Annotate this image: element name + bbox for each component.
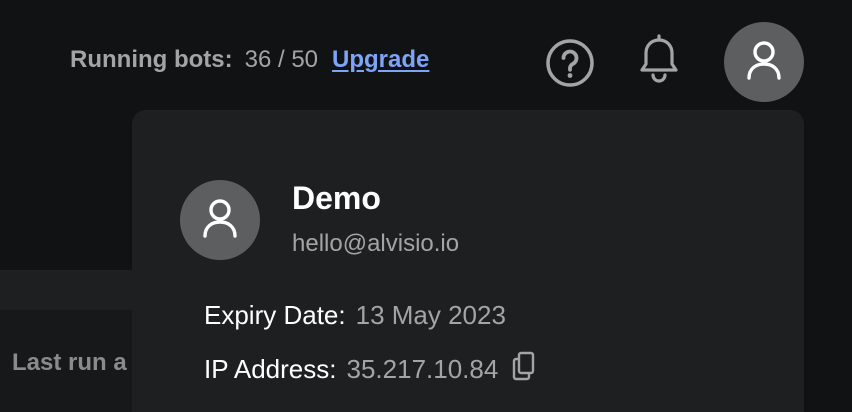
help-icon (545, 38, 595, 93)
page: Last run a Running bots: 36 / 50 Upgrade (0, 0, 852, 412)
expiry-date-value: 13 May 2023 (355, 300, 506, 330)
user-icon (746, 40, 782, 85)
running-bots-label: Running bots: (70, 46, 233, 73)
ip-address-value: 35.217.10.84 (346, 354, 499, 384)
running-bots-count: 36 / 50 (244, 46, 319, 73)
running-bots-indicator: Running bots: 36 / 50 Upgrade (70, 46, 429, 74)
profile-email: hello@alvisio.io (292, 230, 460, 257)
expiry-date-label: Expiry Date: (204, 300, 346, 330)
upgrade-link[interactable]: Upgrade (332, 46, 429, 74)
bell-icon (639, 33, 679, 91)
user-icon (202, 198, 238, 243)
profile-avatar (180, 180, 260, 260)
profile-name: Demo (292, 180, 381, 216)
copy-ip-button[interactable] (512, 351, 536, 388)
notifications-button[interactable] (634, 33, 684, 91)
profile-menu: Demo hello@alvisio.io Expiry Date: 13 Ma… (132, 110, 804, 412)
ip-address-row: IP Address: 35.217.10.84 (204, 351, 536, 388)
background-last-run-label: Last run a (12, 349, 127, 376)
ip-address-label: IP Address: (204, 354, 337, 384)
expiry-date-row: Expiry Date: 13 May 2023 (204, 300, 506, 331)
help-button[interactable] (544, 38, 596, 93)
copy-icon (512, 351, 536, 388)
account-avatar-button[interactable] (724, 22, 804, 102)
background-table-header (0, 270, 140, 310)
